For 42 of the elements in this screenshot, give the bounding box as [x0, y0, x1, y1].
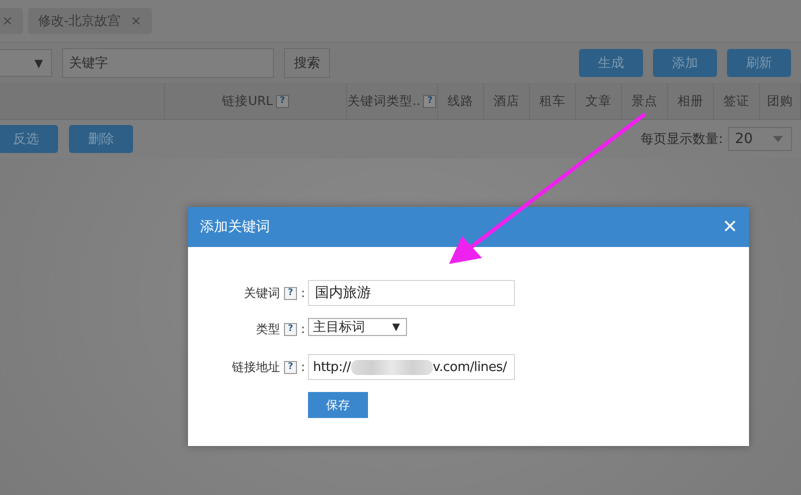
- help-icon[interactable]: ?: [276, 94, 289, 108]
- dialog-title: 添加关键词: [200, 218, 270, 236]
- action-button[interactable]: 反选: [0, 125, 58, 153]
- toolbar-button[interactable]: 生成: [579, 49, 643, 77]
- url-input[interactable]: http:// v.com/lines/: [308, 354, 515, 380]
- keyword-field[interactable]: 关键字: [62, 48, 274, 78]
- column-title: 景点: [632, 92, 658, 110]
- column-title: 文章: [586, 92, 612, 110]
- help-icon[interactable]: ?: [284, 360, 297, 374]
- column-title: 团购: [767, 92, 793, 110]
- colon: :: [300, 286, 305, 300]
- type-select[interactable]: 主目标词 ▼: [308, 318, 407, 336]
- page-size-label: 每页显示数量:: [640, 131, 723, 148]
- save-button[interactable]: 保存: [308, 392, 368, 418]
- column-title: 关键词类型..: [348, 92, 420, 110]
- filter-select[interactable]: ▼: [0, 49, 52, 77]
- column-title: 相册: [678, 92, 704, 110]
- keyword-input[interactable]: 国内旅游: [308, 280, 515, 306]
- toolbar-button[interactable]: 刷新: [727, 49, 791, 77]
- field-label: 链接地址: [232, 358, 280, 376]
- close-button[interactable]: ×: [722, 215, 737, 239]
- toolbar-button[interactable]: 添加: [653, 49, 717, 77]
- column-title: 链接URL: [222, 92, 273, 110]
- help-icon[interactable]: ?: [284, 322, 297, 336]
- close-icon[interactable]: ×: [2, 14, 13, 28]
- page-tab[interactable]: ×: [0, 8, 23, 34]
- field-label: 类型: [256, 320, 280, 338]
- help-icon[interactable]: ?: [423, 94, 436, 108]
- column-title: 线路: [448, 92, 474, 110]
- column-title: 签证: [724, 92, 750, 110]
- page-size-select[interactable]: 20: [728, 127, 792, 151]
- search-button[interactable]: 搜索: [284, 48, 330, 78]
- help-icon[interactable]: ?: [284, 286, 297, 300]
- action-button[interactable]: 删除: [69, 125, 133, 153]
- field-label: 关键词: [244, 284, 280, 302]
- colon: :: [300, 322, 305, 336]
- column-title: 酒店: [494, 92, 520, 110]
- page-tab[interactable]: 修改-北京故宫 ×: [28, 8, 152, 34]
- column-title: 租车: [540, 92, 566, 110]
- colon: :: [300, 360, 305, 374]
- close-icon[interactable]: ×: [130, 14, 142, 28]
- caret-icon: [773, 136, 783, 142]
